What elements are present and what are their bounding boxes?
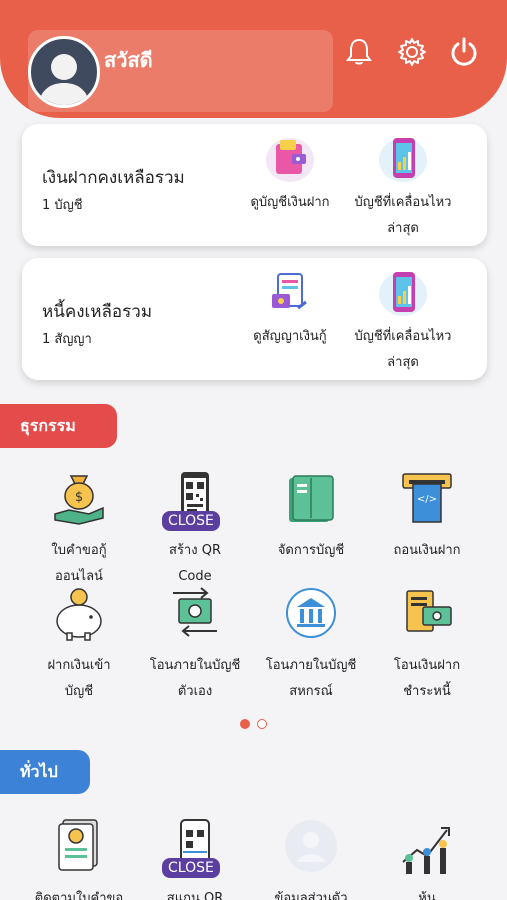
- action-label: ดูสัญญาเงินกู้: [253, 329, 327, 344]
- profile-info-button[interactable]: ข้อมูลส่วนตัว: [252, 818, 370, 900]
- section-title-general: ทั่วไป: [0, 750, 90, 794]
- close-overlay-button[interactable]: CLOSE: [162, 858, 220, 878]
- shares-button[interactable]: หุ้น: [368, 818, 486, 900]
- document-money-icon: [58, 819, 98, 871]
- transfer-own-account-button[interactable]: โอนภายในบัญชี ตัวเอง: [136, 585, 254, 705]
- bank-icon: [286, 588, 336, 638]
- grid-item-label: หุ้น: [418, 891, 436, 900]
- deposit-button[interactable]: ฝากเงินเข้า บัญชี: [20, 585, 138, 705]
- grid-item-label: ฝากเงินเข้า บัญชี: [47, 658, 111, 699]
- action-label: บัญชีที่เคลื่อนไหว ล่าสุด: [354, 329, 452, 370]
- grid-item-label: จัดการบัญชี: [277, 543, 345, 558]
- action-label: ดูบัญชีเงินฝาก: [250, 195, 330, 210]
- account-book-icon: [289, 475, 334, 522]
- header-bar: สวัสดี: [0, 0, 507, 118]
- grid-item-label: ถอนเงินฝาก: [393, 543, 461, 558]
- loan-summary-card[interactable]: หนี้คงเหลือรวม 1 สัญญา ดูสัญญาเงินกู้ บั…: [22, 258, 487, 380]
- recent-activity-button[interactable]: บัญชีที่เคลื่อนไหว ล่าสุด: [344, 134, 462, 242]
- atm-icon: </>: [402, 473, 452, 523]
- grid-item-label: โอนเงินฝาก ชำระหนี้: [393, 658, 461, 699]
- gear-icon[interactable]: [396, 36, 428, 68]
- manage-account-button[interactable]: จัดการบัญชี: [252, 470, 370, 564]
- grid-item-label: ติดตามใบคำขอ: [34, 891, 124, 900]
- card-title: หนี้คงเหลือรวม: [42, 302, 153, 322]
- grid-item-label: โอนภายในบัญชี สหกรณ์: [265, 658, 357, 699]
- view-deposit-button[interactable]: ดูบัญชีเงินฝาก: [231, 134, 349, 216]
- grid-item-label: สร้าง QR Code: [169, 543, 221, 584]
- wallet-icon: [266, 138, 314, 182]
- withdraw-button[interactable]: </> ถอนเงินฝาก: [368, 470, 486, 564]
- close-overlay-button[interactable]: CLOSE: [162, 511, 220, 531]
- profile-icon: [285, 820, 337, 872]
- card-title: เงินฝากคงเหลือรวม: [42, 168, 185, 188]
- svg-text:</>: </>: [417, 494, 437, 505]
- recent-activity-button[interactable]: บัญชีที่เคลื่อนไหว ล่าสุด: [344, 268, 462, 376]
- money-bag-hand-icon: $: [54, 475, 104, 525]
- grid-item-label: สแกน QR: [166, 891, 224, 900]
- avatar[interactable]: [28, 36, 100, 108]
- piggy-bank-icon: [56, 588, 102, 641]
- power-icon[interactable]: [448, 36, 480, 68]
- section-title-transactions: ธุรกรรม: [0, 404, 117, 448]
- deposit-summary-card[interactable]: เงินฝากคงเหลือรวม 1 บัญชี ดูบัญชีเงินฝาก…: [22, 124, 487, 246]
- stock-people-icon: [402, 827, 450, 874]
- card-subtitle: 1 บัญชี: [42, 198, 83, 213]
- grid-item-label: ข้อมูลส่วนตัว: [274, 891, 348, 900]
- grid-item-label: โอนภายในบัญชี ตัวเอง: [149, 658, 241, 699]
- svg-text:$: $: [75, 490, 83, 505]
- grid-item-label: ใบคำขอกู้ ออนไลน์: [51, 543, 107, 584]
- action-label: บัญชีที่เคลื่อนไหว ล่าสุด: [354, 195, 452, 236]
- loan-contract-icon: [272, 273, 307, 310]
- view-loan-button[interactable]: ดูสัญญาเงินกู้: [231, 268, 349, 350]
- track-application-button[interactable]: ติดตามใบคำขอ: [20, 818, 138, 900]
- phone-chart-icon: [379, 138, 427, 182]
- bill-money-icon: [406, 590, 452, 632]
- page-indicator: [240, 714, 269, 733]
- transfer-icon: [173, 587, 217, 637]
- card-subtitle: 1 สัญญา: [42, 332, 92, 347]
- transfer-pay-debt-button[interactable]: โอนเงินฝาก ชำระหนี้: [368, 585, 486, 705]
- page-dot[interactable]: [257, 719, 268, 729]
- page-dot-active[interactable]: [240, 719, 250, 729]
- bell-icon[interactable]: [343, 36, 375, 68]
- greeting-text: สวัสดี: [104, 48, 153, 72]
- transfer-coop-account-button[interactable]: โอนภายในบัญชี สหกรณ์: [252, 585, 370, 705]
- phone-chart-icon: [379, 272, 427, 316]
- loan-application-button[interactable]: $ ใบคำขอกู้ ออนไลน์: [20, 470, 138, 590]
